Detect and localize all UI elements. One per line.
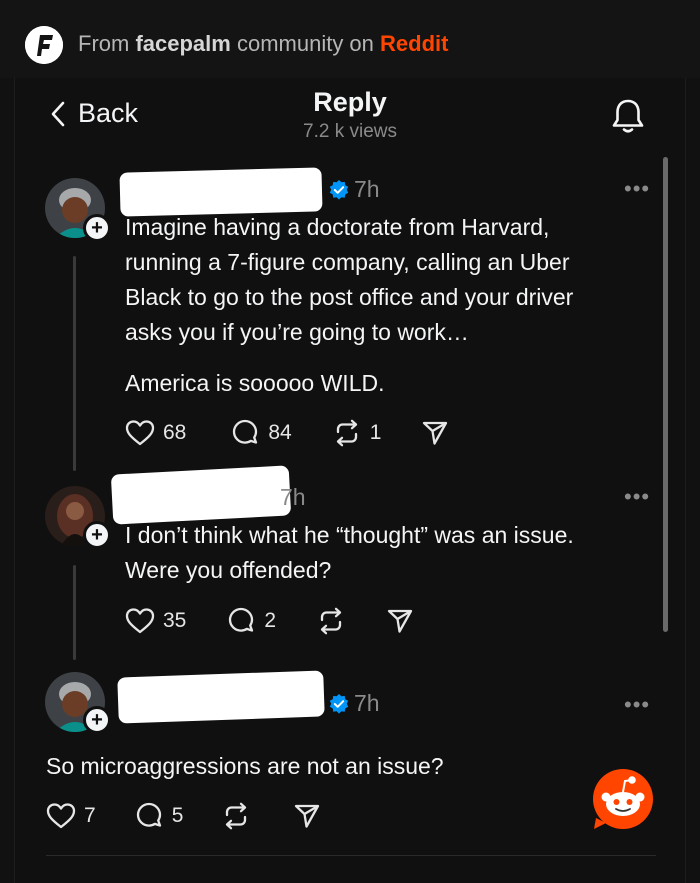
reddit-snoo-icon <box>593 769 653 829</box>
view-count: 7.2 k views <box>303 121 397 142</box>
repost-icon <box>336 419 357 447</box>
screenshot-frame: From facepalm community on Reddit Back R… <box>0 0 700 883</box>
follow-plus-icon[interactable]: + <box>83 706 111 734</box>
page-title: Reply <box>313 87 387 117</box>
comment-count: 2 <box>264 609 277 632</box>
comment-button[interactable]: 5 <box>134 801 184 831</box>
notification-bell-icon[interactable] <box>610 97 646 140</box>
repost-button[interactable] <box>316 607 346 635</box>
post-time: 7h <box>280 484 306 510</box>
more-options-icon[interactable]: ••• <box>624 176 650 202</box>
comment-button[interactable]: 84 <box>230 418 292 448</box>
redacted-username <box>117 670 325 724</box>
thread-line <box>73 565 76 660</box>
banner-text: From facepalm community on Reddit <box>78 31 449 56</box>
like-button[interactable]: 68 <box>125 419 186 447</box>
heart-icon <box>46 803 76 829</box>
repost-count: 1 <box>369 421 382 444</box>
back-label: Back <box>78 98 139 128</box>
comment-count: 5 <box>171 804 184 827</box>
reddit-banner: From facepalm community on Reddit <box>0 0 700 78</box>
post-body: Imagine having a doctorate from Harvard,… <box>125 210 573 350</box>
heart-icon <box>125 420 155 446</box>
share-button[interactable] <box>421 419 449 447</box>
facepalm-logo-icon <box>25 26 63 64</box>
scrollbar[interactable] <box>663 157 668 632</box>
comment-button[interactable]: 2 <box>226 606 276 636</box>
like-button[interactable]: 35 <box>125 607 186 635</box>
post-line: Were you offended? <box>125 557 332 583</box>
post-line: Imagine having a doctorate from Harvard, <box>125 214 550 240</box>
post-actions: 35 2 <box>125 606 414 636</box>
comment-icon <box>229 607 254 632</box>
comment-icon <box>233 419 258 444</box>
divider <box>46 855 656 856</box>
comment-count: 84 <box>268 421 292 444</box>
like-count: 7 <box>84 804 96 827</box>
like-count: 68 <box>163 421 187 444</box>
share-button[interactable] <box>293 802 321 830</box>
heart-icon <box>125 608 155 634</box>
post-line: asks you if you’re going to work… <box>125 319 469 345</box>
send-icon <box>387 609 413 633</box>
verified-badge-icon <box>329 180 349 200</box>
more-options-icon[interactable]: ••• <box>624 692 650 718</box>
follow-plus-icon[interactable]: + <box>83 214 111 242</box>
post-line: Black to go to the post office and your … <box>125 284 574 310</box>
post-actions: 7 5 <box>46 801 321 831</box>
send-icon <box>295 804 320 828</box>
post-line: running a 7-figure company, calling an U… <box>125 249 570 275</box>
post-time: 7h <box>354 690 380 716</box>
post-line: I don’t think what he “thought” was an i… <box>125 522 574 548</box>
repost-button[interactable] <box>221 802 251 830</box>
verified-badge-icon <box>329 694 349 714</box>
platform-name: Reddit <box>380 31 449 56</box>
post-body: I don’t think what he “thought” was an i… <box>125 518 574 588</box>
post-extra-line: America is sooooo WILD. <box>125 370 385 396</box>
repost-button[interactable]: 1 <box>332 419 382 447</box>
thread-line <box>73 256 76 471</box>
like-count: 35 <box>163 609 187 632</box>
community-name: facepalm <box>135 31 231 56</box>
back-button[interactable]: Back <box>50 98 138 129</box>
follow-plus-icon[interactable]: + <box>83 521 111 549</box>
repost-icon <box>226 802 247 830</box>
repost-icon <box>320 607 342 635</box>
like-button[interactable]: 7 <box>46 802 96 830</box>
post-body: So microaggressions are not an issue? <box>46 749 444 784</box>
chevron-left-icon <box>51 101 65 126</box>
post-time: 7h <box>354 176 380 202</box>
comment-icon <box>136 802 161 827</box>
redacted-username <box>110 465 292 525</box>
send-icon <box>423 421 448 445</box>
post-actions: 68 84 1 <box>125 418 449 448</box>
post-line: So microaggressions are not an issue? <box>46 753 444 779</box>
more-options-icon[interactable]: ••• <box>624 484 650 510</box>
share-button[interactable] <box>386 607 414 635</box>
